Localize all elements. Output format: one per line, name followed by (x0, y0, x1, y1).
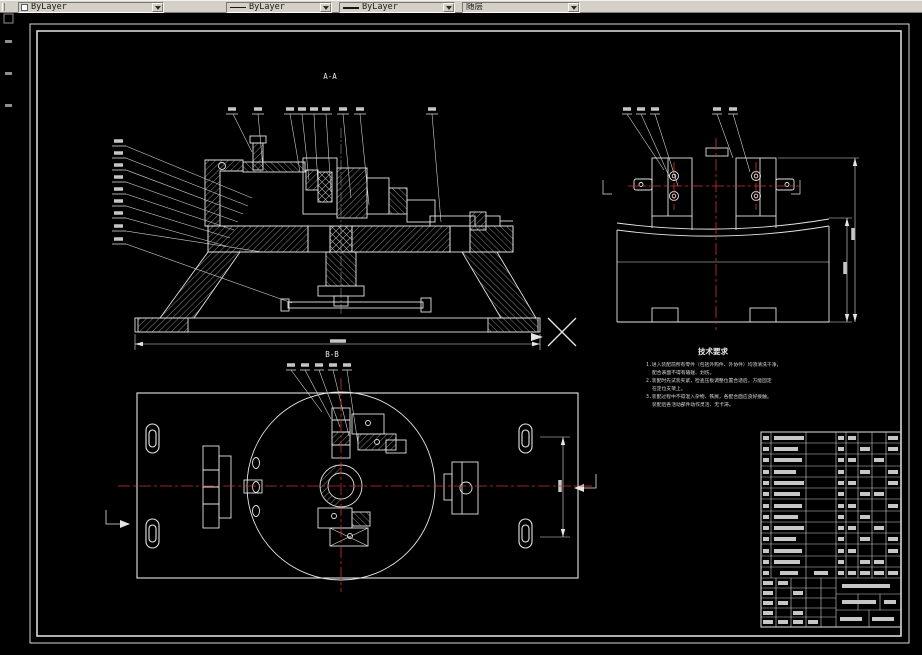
tech-line: 3.装配过程中不得混入杂物、铁屑，各配合面应良好接触。 (646, 393, 772, 400)
color-combo[interactable]: ByLayer (18, 2, 164, 13)
chevron-down-icon[interactable] (320, 3, 331, 12)
lineweight-combo[interactable]: ByLayer (339, 2, 455, 13)
toolbar-grip[interactable] (2, 3, 5, 11)
tech-line: 1.进入装配前所有零件（包括外购件、外协件）均须清洗干净， (646, 361, 781, 368)
properties-toolbar: ByLayer ByLayer ByLayer 随层 (0, 0, 922, 13)
color-combo-value: ByLayer (31, 3, 67, 12)
section-label-bottom: B-B (325, 350, 339, 359)
section-label-top: A-A (323, 72, 337, 81)
tech-line: 2.装配时先试装夹紧，检查压板调整位置合适后，方能固定 (646, 377, 772, 384)
chevron-down-icon[interactable] (568, 3, 579, 12)
plotstyle-combo-value: 随层 (466, 3, 484, 12)
linetype-sample-icon (230, 7, 246, 8)
lineweight-sample-icon (343, 6, 359, 9)
tech-requirements-title: 技术要求 (698, 346, 728, 356)
cad-application-window: ByLayer ByLayer ByLayer 随层 A-A B-B 技术要求 … (0, 0, 922, 655)
tech-line: 装配后各活动部件动作灵活、无卡滞。 (652, 401, 734, 408)
chevron-down-icon[interactable] (152, 3, 163, 12)
chevron-down-icon[interactable] (443, 3, 454, 12)
lineweight-combo-value: ByLayer (362, 3, 398, 12)
linetype-combo-value: ByLayer (249, 3, 285, 12)
tech-line: 配合表面不得有磕碰、划伤。 (652, 369, 714, 376)
cad-canvas[interactable]: A-A B-B 技术要求 1.进入装配前所有零件（包括外购件、外协件）均须清洗干… (0, 0, 922, 655)
linetype-combo[interactable]: ByLayer (226, 2, 332, 13)
tech-line: 在定位支架上。 (652, 385, 686, 392)
plotstyle-combo[interactable]: 随层 (462, 2, 580, 13)
color-swatch-icon (21, 4, 28, 11)
